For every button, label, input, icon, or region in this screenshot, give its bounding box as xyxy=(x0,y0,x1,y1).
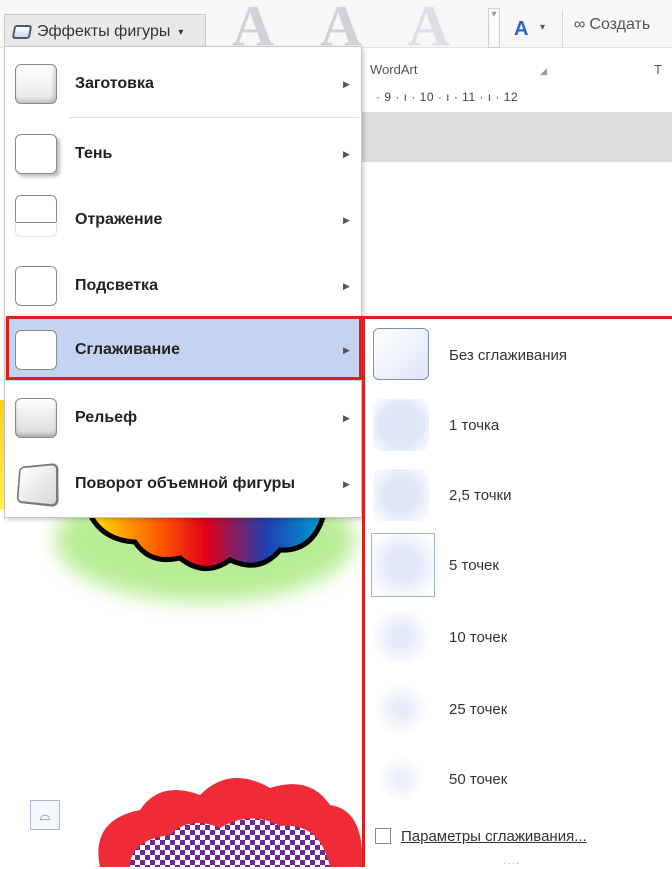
menu-item-label: Заготовка xyxy=(75,75,154,92)
chevron-right-icon: ▶ xyxy=(343,478,350,489)
ribbon-divider xyxy=(562,10,563,48)
create-link-button[interactable]: ∞ Создать xyxy=(574,16,650,34)
chevron-down-icon: ▾ xyxy=(178,26,184,38)
chevron-right-icon: ▶ xyxy=(343,78,350,89)
menu-item-label: Подсветка xyxy=(75,277,158,294)
menu-item-reflection[interactable]: Отражение ▶ xyxy=(5,185,361,255)
shape-effects-button[interactable]: Эффекты фигуры ▾ xyxy=(4,14,206,50)
menu-item-preset[interactable]: Заготовка ▶ xyxy=(5,49,361,119)
text-fill-icon[interactable]: A xyxy=(514,18,528,41)
3d-rotation-thumbnail-icon xyxy=(16,462,59,508)
bevel-thumbnail-icon xyxy=(15,398,57,438)
shape-effects-icon xyxy=(11,25,33,39)
menu-item-label: Тень xyxy=(75,145,113,162)
chevron-right-icon: ▶ xyxy=(343,148,350,159)
selected-item-highlight xyxy=(6,316,362,380)
chevron-right-icon: ▶ xyxy=(343,412,350,423)
layout-options-icon[interactable]: ⌓ xyxy=(30,800,60,830)
red-cloud-shape[interactable] xyxy=(90,760,370,867)
menu-item-label: Поворот объемной фигуры xyxy=(75,475,296,492)
create-link-label: Создать xyxy=(589,16,651,33)
menu-item-3d-rotation[interactable]: Поворот объемной фигуры ▶ xyxy=(5,449,361,519)
reflection-thumbnail-icon xyxy=(15,195,57,223)
wordart-style-3[interactable]: A xyxy=(408,0,450,59)
gallery-more-button[interactable]: ▾ xyxy=(488,8,500,48)
reflection-under-icon xyxy=(15,225,57,237)
menu-divider xyxy=(69,117,359,118)
shape-effects-menu: Заготовка ▶ Тень ▶ Отражение ▶ Подсветка… xyxy=(4,46,362,518)
chevron-down-icon[interactable]: ▾ xyxy=(540,22,545,33)
menu-item-label: Отражение xyxy=(75,211,163,228)
horizontal-ruler: · 9 · ı · 10 · ı · 11 · ı · 12 xyxy=(362,86,672,110)
preset-thumbnail-icon xyxy=(15,64,57,104)
chevron-right-icon: ▶ xyxy=(343,280,350,291)
document-margin-band xyxy=(362,112,672,162)
menu-item-glow[interactable]: Подсветка ▶ xyxy=(5,251,361,321)
chevron-right-icon: ▶ xyxy=(343,214,350,225)
menu-item-shadow[interactable]: Тень ▶ xyxy=(5,119,361,189)
submenu-highlight xyxy=(362,316,672,867)
shadow-thumbnail-icon xyxy=(15,134,57,174)
link-icon: ∞ xyxy=(574,16,586,33)
group-label-t: Т xyxy=(654,62,662,77)
menu-item-bevel[interactable]: Рельеф ▶ xyxy=(5,383,361,453)
shape-effects-label: Эффекты фигуры xyxy=(37,23,171,40)
wordart-group-label: WordArt xyxy=(370,62,418,77)
menu-item-label: Рельеф xyxy=(75,409,138,426)
glow-thumbnail-icon xyxy=(15,266,57,306)
dialog-launcher-icon[interactable]: ◢ xyxy=(540,66,547,77)
